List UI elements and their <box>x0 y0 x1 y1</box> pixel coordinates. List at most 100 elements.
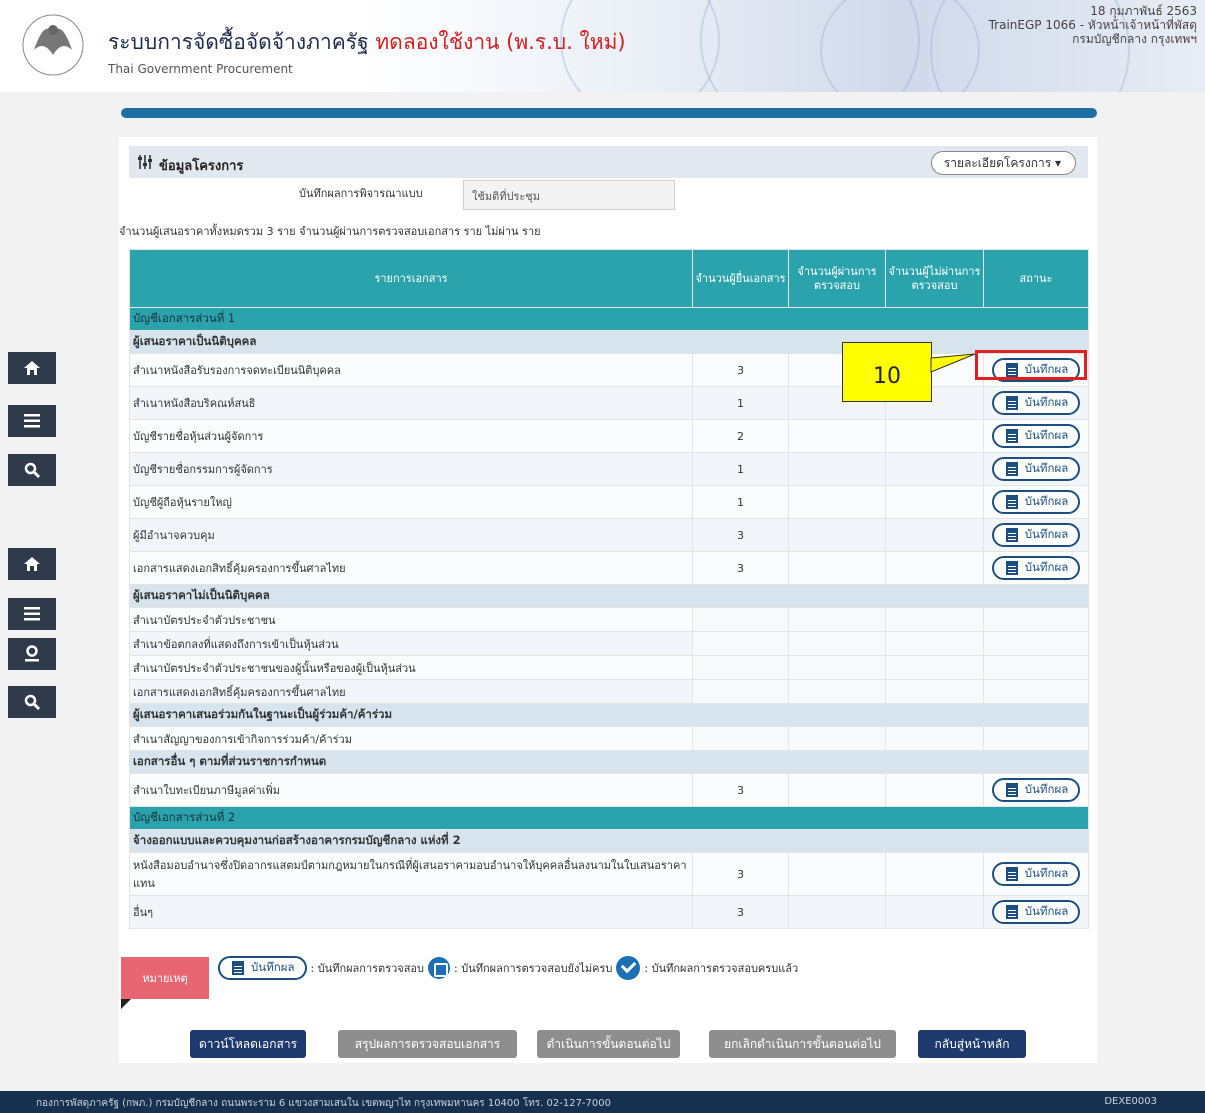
table-row: หนังสือมอบอำนาจซึ่งปิดอากรแสตมป์ตามกฎหมา… <box>129 852 1089 896</box>
back-home-button[interactable]: กลับสู่หน้าหลัก <box>918 1030 1026 1058</box>
trial-label: ทดลองใช้งาน (พ.ร.บ. ใหม่) <box>375 30 626 54</box>
garuda-logo-icon <box>22 14 84 76</box>
doc-count: 1 <box>692 386 789 420</box>
note-badge: หมายเหตุ <box>121 957 209 999</box>
pass-count <box>788 452 886 486</box>
side-search-button[interactable] <box>8 454 56 486</box>
col-header-count: จำนวนผู้ยื่นเอกสาร <box>692 249 789 308</box>
table-row: บัญชีผู้ถือหุ้นรายใหญ่ 1 บันทึกผล <box>129 485 1089 519</box>
legend-incomplete-desc: : บันทึกผลการตรวจสอบยังไม่ครบ <box>454 962 613 975</box>
current-date: 18 กุมภาพันธ์ 2563 <box>1090 4 1197 18</box>
page-footer: กองการพัสดุภาครัฐ (กพภ.) กรมบัญชีกลาง ถน… <box>0 1091 1205 1113</box>
doc-count: 3 <box>692 773 789 807</box>
save-result-label: บันทึกผล <box>1024 494 1069 508</box>
side-home-button-2[interactable] <box>8 548 56 580</box>
cancel-next-button[interactable]: ยกเลิกดำเนินการขั้นตอนต่อไป <box>709 1030 896 1058</box>
system-title: ระบบการจัดซื้อจัดจ้างภาครัฐ ทดลองใช้งาน … <box>108 30 626 54</box>
part-label: บัญชีเอกสารส่วนที่ 2 <box>129 806 1089 830</box>
table-row: บัญชีรายชื่อกรรมการผู้จัดการ 1 บันทึกผล <box>129 452 1089 486</box>
status-cell: บันทึกผล <box>983 852 1089 896</box>
consider-field[interactable]: ใช้มติที่ประชุม <box>463 180 675 210</box>
project-detail-label: รายละเอียดโครงการ <box>943 156 1052 170</box>
col-header-status: สถานะ <box>983 249 1089 308</box>
download-button[interactable]: ดาวน์โหลดเอกสาร <box>190 1030 306 1058</box>
save-result-label: บันทึกผล <box>1024 560 1069 574</box>
callout-pointer <box>930 353 976 373</box>
home-icon <box>24 361 40 375</box>
doc-name: บัญชีรายชื่อกรรมการผู้จัดการ <box>129 452 693 486</box>
side-menu-button-2[interactable] <box>8 598 56 630</box>
group-label: ผู้เสนอราคาเสนอร่วมกันในฐานะเป็นผู้ร่วมค… <box>129 703 1089 727</box>
fail-count <box>885 485 984 519</box>
doc-count: 3 <box>692 895 789 929</box>
bidder-summary: จำนวนผู้เสนอราคาทั้งหมดรวม 3 ราย จำนวนผู… <box>119 225 541 238</box>
document-icon <box>1005 396 1018 410</box>
status-cell: บันทึกผล <box>983 386 1089 420</box>
side-user-button[interactable] <box>8 638 56 670</box>
doc-count: 3 <box>692 551 789 585</box>
status-cell: บันทึกผล <box>983 452 1089 486</box>
save-result-button[interactable]: บันทึกผล <box>991 556 1081 580</box>
save-result-button[interactable]: บันทึกผล <box>991 391 1081 415</box>
status-cell: บันทึกผล <box>983 551 1089 585</box>
document-icon <box>1005 867 1018 881</box>
system-subtitle: Thai Government Procurement <box>108 62 293 76</box>
footer-address: กองการพัสดุภาครัฐ (กพภ.) กรมบัญชีกลาง ถน… <box>36 1098 611 1109</box>
save-result-button[interactable]: บันทึกผล <box>991 457 1081 481</box>
table-row: สำเนาบัตรประจำตัวประชาชนของผู้นั้นหรือขอ… <box>129 655 1089 680</box>
fail-count <box>885 852 984 896</box>
document-icon <box>232 961 244 975</box>
fail-count <box>885 773 984 807</box>
user-info: 18 กุมภาพันธ์ 2563 TrainEGP 1066 - หัวหน… <box>989 4 1197 46</box>
menu-icon <box>24 607 40 621</box>
status-cell: บันทึกผล <box>983 485 1089 519</box>
document-icon <box>1005 495 1018 509</box>
save-result-label: บันทึกผล <box>1024 461 1069 475</box>
main-panel: ข้อมูลโครงการ รายละเอียดโครงการ ▾ บันทึก… <box>119 137 1097 1063</box>
search-icon <box>24 462 40 478</box>
group-row: เอกสารอื่น ๆ ตามที่ส่วนราชการกำหนด <box>129 750 1089 774</box>
table-row: เอกสารแสดงเอกสิทธิ์คุ้มครองการขึ้นศาลไทย… <box>129 551 1089 585</box>
highlight-box <box>975 350 1087 380</box>
legend: บันทึกผล : บันทึกผลการตรวจสอบ : บันทึกผล… <box>218 956 798 980</box>
save-result-label: บันทึกผล <box>1024 782 1069 796</box>
side-home-button[interactable] <box>8 352 56 384</box>
save-result-button[interactable]: บันทึกผล <box>991 778 1081 802</box>
table-row: สำเนาสัญญาของการเข้ากิจการร่วมค้า/ค้าร่ว… <box>129 726 1089 751</box>
save-result-button[interactable]: บันทึกผล <box>991 900 1081 924</box>
group-row: ผู้เสนอราคาไม่เป็นนิติบุคคล <box>129 584 1089 608</box>
floppy-disk-icon <box>428 957 451 979</box>
next-step-button[interactable]: ดำเนินการขั้นตอนต่อไป <box>537 1030 680 1058</box>
pass-count <box>788 895 886 929</box>
side-search-button-2[interactable] <box>8 686 56 718</box>
callout-number: 10 <box>873 364 901 389</box>
pass-count <box>788 419 886 453</box>
status-cell: บันทึกผล <box>983 773 1089 807</box>
col-header-doc: รายการเอกสาร <box>129 249 693 308</box>
project-detail-dropdown[interactable]: รายละเอียดโครงการ ▾ <box>930 151 1076 175</box>
save-result-button[interactable]: บันทึกผล <box>991 523 1081 547</box>
save-result-button[interactable]: บันทึกผล <box>991 490 1081 514</box>
legend-save-desc: : บันทึกผลการตรวจสอบ <box>310 962 425 975</box>
table-row: บัญชีรายชื่อหุ้นส่วนผู้จัดการ 2 บันทึกผล <box>129 419 1089 453</box>
group-label: จ้างออกแบบและควบคุมงานก่อสร้างอาคารกรมบั… <box>129 829 1089 853</box>
home-icon <box>24 557 40 571</box>
part-label: บัญชีเอกสารส่วนที่ 1 <box>129 307 1089 331</box>
doc-count: 3 <box>692 518 789 552</box>
save-result-label: บันทึกผล <box>1024 866 1069 880</box>
part-row: บัญชีเอกสารส่วนที่ 1 <box>129 307 1089 331</box>
save-result-button[interactable]: บันทึกผล <box>991 862 1081 886</box>
search-icon <box>24 694 40 710</box>
save-result-label: บันทึกผล <box>1024 527 1069 541</box>
footer-code: DEXE0003 <box>1104 1096 1157 1107</box>
doc-name: สำเนาบัตรประจำตัวประชาชน <box>129 607 693 632</box>
check-circle-icon <box>616 956 641 980</box>
table-row: ผู้มีอำนาจควบคุม 3 บันทึกผล <box>129 518 1089 552</box>
status-cell: บันทึกผล <box>983 518 1089 552</box>
fail-count <box>885 551 984 585</box>
doc-name: สำเนาบัตรประจำตัวประชาชนของผู้นั้นหรือขอ… <box>129 655 693 680</box>
save-result-button[interactable]: บันทึกผล <box>991 424 1081 448</box>
user-icon <box>25 645 39 662</box>
side-menu-button[interactable] <box>8 405 56 437</box>
summary-button[interactable]: สรุปผลการตรวจสอบเอกสาร <box>338 1030 517 1058</box>
